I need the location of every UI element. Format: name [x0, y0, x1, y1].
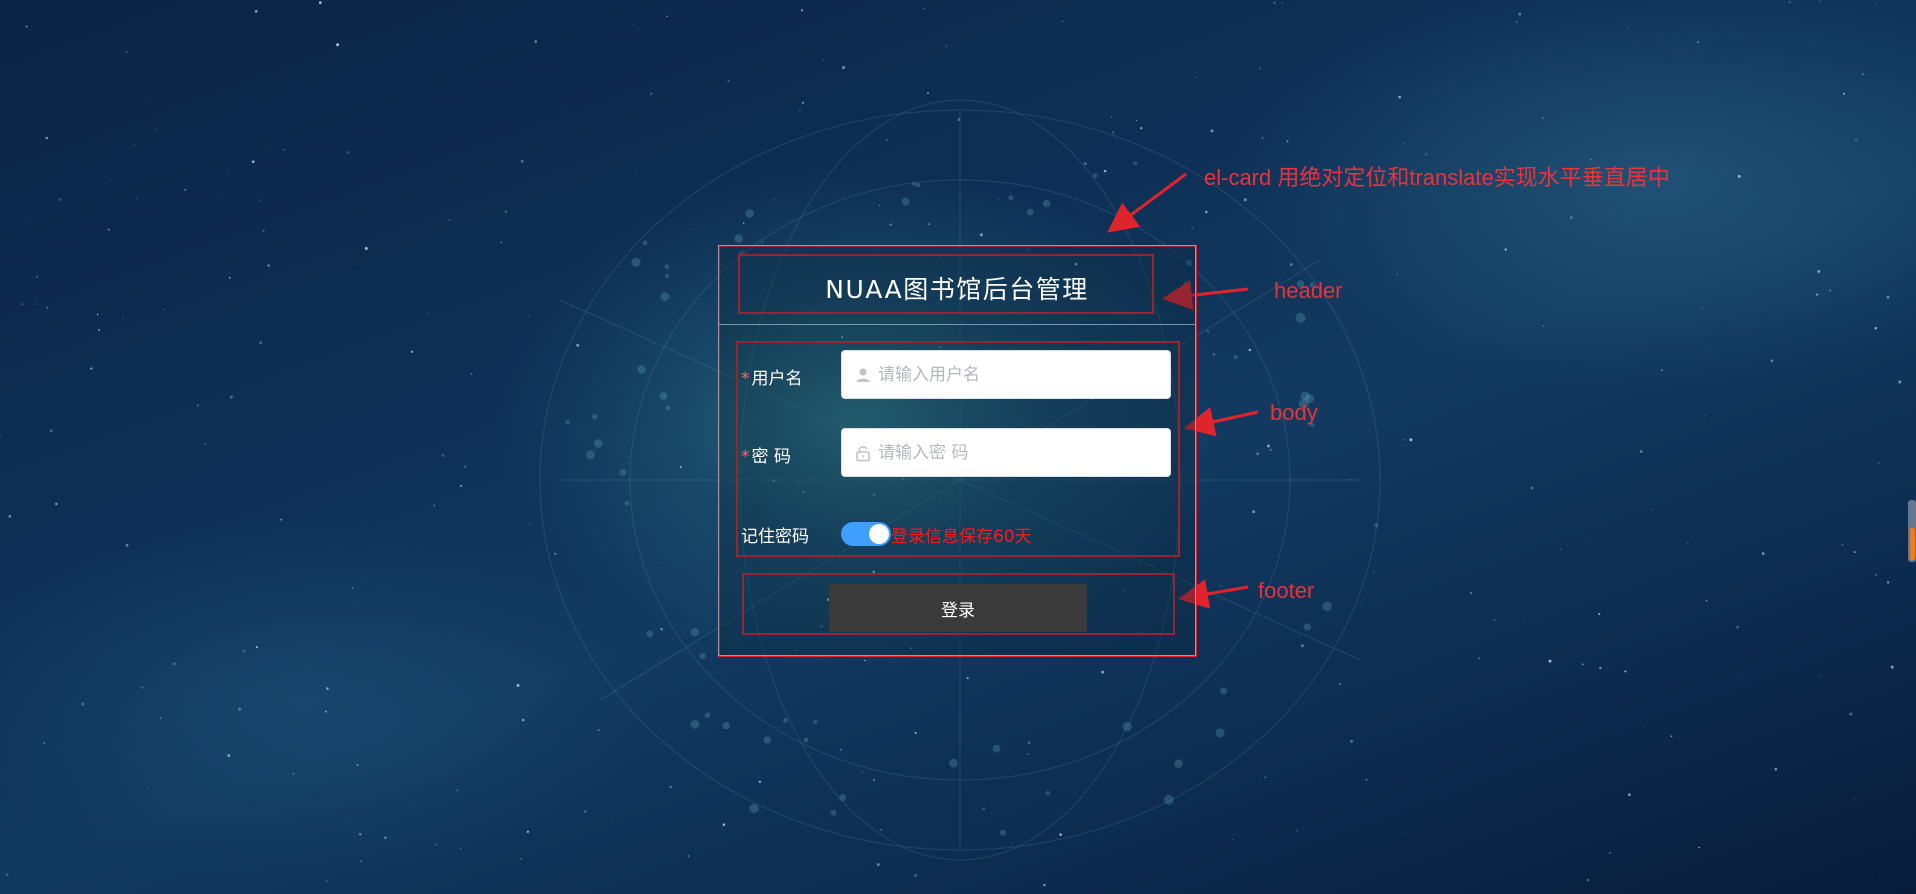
lock-icon [856, 446, 870, 462]
remember-label: 记住密码 [741, 527, 809, 547]
user-icon [856, 368, 870, 382]
required-mark: * [741, 447, 750, 467]
login-card: NUAA图书馆后台管理 *用户名 *密 码 记住密码 [718, 245, 1196, 656]
password-field[interactable] [841, 428, 1171, 477]
password-label: * 密 码 [741, 442, 791, 467]
username-input[interactable] [878, 351, 1163, 398]
remember-row: 记住密码 登录信息保存60天 [741, 506, 1191, 556]
scrollbar-thumb[interactable] [1910, 528, 1915, 560]
password-label-text: 密 码 [751, 447, 791, 467]
annotation-footer-label: footer [1258, 578, 1315, 603]
username-label-text: 用户名 [751, 369, 803, 389]
card-header: NUAA图书馆后台管理 [719, 246, 1195, 325]
annotation-header-label: header [1274, 278, 1343, 303]
password-input[interactable] [878, 429, 1163, 476]
username-field[interactable] [841, 350, 1171, 399]
card-title: NUAA图书馆后台管理 [825, 275, 1089, 304]
password-row: * 密 码 [741, 428, 1191, 478]
required-mark: * [741, 369, 750, 389]
annotation-card-note: el-card 用绝对定位和translate实现水平垂直居中 [1204, 165, 1670, 190]
login-button[interactable]: 登录 [829, 584, 1087, 632]
remember-switch-text: 登录信息保存60天 [891, 527, 1032, 547]
username-label: * 用户名 [741, 364, 803, 389]
remember-switch[interactable] [841, 522, 891, 546]
username-row: * 用户名 [741, 350, 1191, 400]
annotation-body-label: body [1270, 400, 1318, 425]
switch-knob [869, 524, 889, 544]
